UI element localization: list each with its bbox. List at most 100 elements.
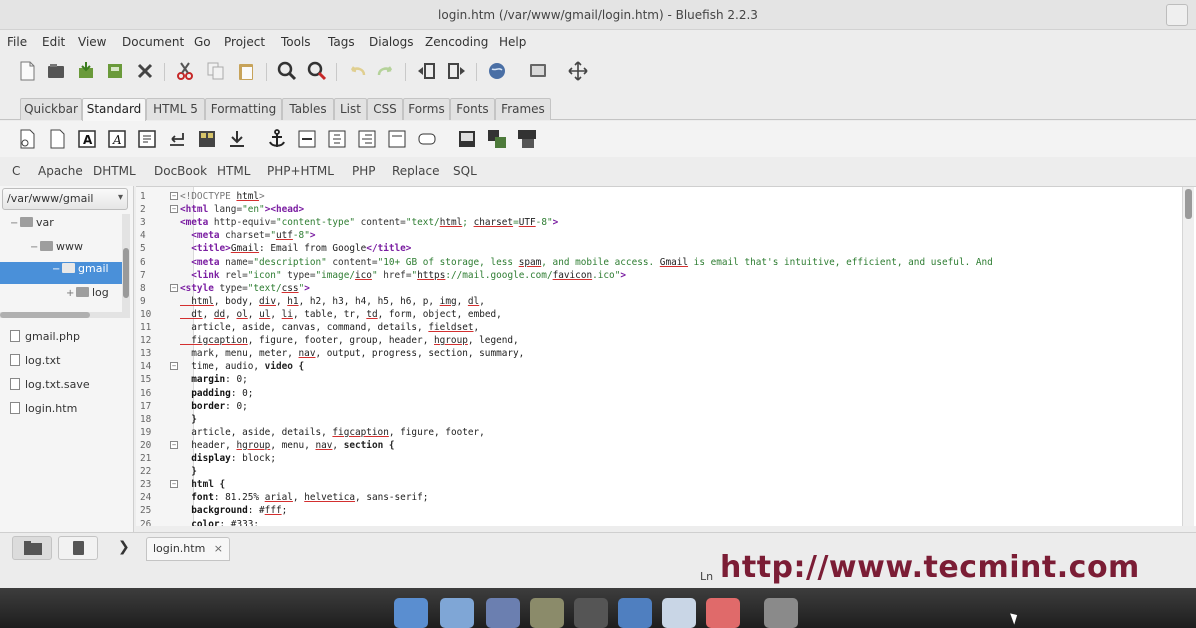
tab-tables[interactable]: Tables	[282, 98, 334, 120]
collapse-icon[interactable]: −	[52, 264, 62, 275]
comment-icon[interactable]	[386, 128, 408, 150]
expand-icon[interactable]: +	[66, 288, 76, 299]
code-line[interactable]: 13 mark, menu, meter, nav, output, progr…	[136, 347, 1184, 360]
dock-browser-icon[interactable]	[440, 598, 474, 628]
dock-app-icon[interactable]	[486, 598, 520, 628]
code-line[interactable]: 15 margin: 0;	[136, 373, 1184, 386]
menu-view[interactable]: View	[78, 35, 106, 49]
paragraph-icon[interactable]	[136, 128, 158, 150]
menu-tags[interactable]: Tags	[328, 35, 355, 49]
file-item-log-txt[interactable]: log.txt	[10, 354, 60, 374]
preferences-icon[interactable]	[527, 60, 549, 82]
menu-dialogs[interactable]: Dialogs	[369, 35, 413, 49]
code-line[interactable]: 23 − html {	[136, 478, 1184, 491]
dock-editor-icon[interactable]	[706, 598, 740, 628]
dock-launcher-icon[interactable]	[394, 598, 428, 628]
tab-fonts[interactable]: Fonts	[450, 98, 495, 120]
tree-item-gmail[interactable]: − gmail	[0, 262, 122, 284]
code-line[interactable]: 16 padding: 0;	[136, 387, 1184, 400]
code-line[interactable]: 20 − header, hgroup, menu, nav, section {	[136, 439, 1184, 452]
custom-menu-sql[interactable]: SQL	[453, 164, 477, 178]
custom-menu-replace[interactable]: Replace	[392, 164, 439, 178]
multi-thumbnail-icon[interactable]	[516, 128, 538, 150]
tab-formatting[interactable]: Formatting	[205, 98, 282, 120]
code-line[interactable]: 25 background: #fff;	[136, 504, 1184, 517]
close-file-icon[interactable]	[134, 60, 156, 82]
menu-document[interactable]: Document	[122, 35, 184, 49]
code-line[interactable]: 24 font: 81.25% arial, helvetica, sans-s…	[136, 491, 1184, 504]
dock-document-icon[interactable]	[662, 598, 696, 628]
body-icon[interactable]	[46, 128, 68, 150]
anchor-icon[interactable]	[266, 128, 288, 150]
code-line[interactable]: 5 <title>Gmail: Email from Google</title…	[136, 242, 1184, 255]
file-item-login-htm[interactable]: login.htm	[10, 402, 77, 422]
tab-html5[interactable]: HTML 5	[146, 98, 205, 120]
unindent-icon[interactable]	[446, 60, 468, 82]
tab-forms[interactable]: Forms	[403, 98, 450, 120]
code-line[interactable]: 9 html, body, div, h1, h2, h3, h4, h5, h…	[136, 295, 1184, 308]
fold-toggle-icon[interactable]: −	[170, 440, 178, 449]
undo-icon[interactable]	[346, 60, 368, 82]
code-line[interactable]: 12 figcaption, figure, footer, group, he…	[136, 334, 1184, 347]
file-item-gmail-php[interactable]: gmail.php	[10, 330, 80, 350]
custom-menu-docbook[interactable]: DocBook	[154, 164, 207, 178]
right-justify-icon[interactable]	[356, 128, 378, 150]
dock-gimp-icon[interactable]	[530, 598, 564, 628]
custom-menu-html[interactable]: HTML	[217, 164, 250, 178]
code-line[interactable]: 22 }	[136, 465, 1184, 478]
save-all-icon[interactable]	[104, 60, 126, 82]
tree-item-var[interactable]: − var	[10, 216, 122, 238]
rule-icon[interactable]	[296, 128, 318, 150]
chevron-right-icon[interactable]: ❯	[118, 539, 130, 555]
table-icon[interactable]	[196, 128, 218, 150]
menu-zencoding[interactable]: Zencoding	[425, 35, 488, 49]
custom-menu-dhtml[interactable]: DHTML	[93, 164, 136, 178]
tree-item-log[interactable]: + log	[66, 286, 122, 308]
custom-menu-c[interactable]: C	[12, 164, 20, 178]
redo-icon[interactable]	[375, 60, 397, 82]
code-line[interactable]: 19 article, aside, details, figcaption, …	[136, 426, 1184, 439]
tab-quickbar[interactable]: Quickbar	[20, 98, 82, 120]
code-line[interactable]: 1 − <!DOCTYPE html>	[136, 190, 1184, 203]
code-line[interactable]: 14 − time, audio, video {	[136, 360, 1184, 373]
fold-toggle-icon[interactable]: −	[170, 192, 178, 200]
scrollbar-thumb[interactable]	[1185, 189, 1192, 219]
code-line[interactable]: 4 <meta charset="utf-8">	[136, 229, 1184, 242]
bookmarks-tab[interactable]	[58, 536, 98, 560]
tab-list[interactable]: List	[334, 98, 367, 120]
code-line[interactable]: 3 <meta http-equiv="content-type" content…	[136, 216, 1184, 229]
window-control-button[interactable]	[1166, 4, 1188, 26]
find-icon[interactable]	[276, 60, 298, 82]
italic-icon[interactable]: A	[106, 128, 128, 150]
tree-scrollbar-vertical[interactable]	[122, 214, 130, 318]
code-line[interactable]: 17 border: 0;	[136, 400, 1184, 413]
tree-item-www[interactable]: − www	[30, 240, 122, 262]
scrollbar-thumb[interactable]	[0, 312, 90, 318]
document-tab-login[interactable]: login.htm ×	[146, 537, 230, 561]
anchor-save-icon[interactable]	[226, 128, 248, 150]
fold-toggle-icon[interactable]: −	[170, 205, 178, 214]
menu-help[interactable]: Help	[499, 35, 526, 49]
menu-edit[interactable]: Edit	[42, 35, 65, 49]
dock-system-icon[interactable]	[618, 598, 652, 628]
scrollbar-thumb[interactable]	[123, 248, 129, 298]
tab-css[interactable]: CSS	[367, 98, 403, 120]
code-line[interactable]: 6 <meta name="description" content="10+ …	[136, 256, 1184, 269]
custom-menu-apache[interactable]: Apache	[38, 164, 83, 178]
filebrowser-tab[interactable]	[12, 536, 52, 560]
tab-standard[interactable]: Standard	[82, 98, 146, 121]
open-file-icon[interactable]	[45, 60, 67, 82]
image-icon[interactable]	[456, 128, 478, 150]
dock-terminal-icon[interactable]	[574, 598, 608, 628]
fold-toggle-icon[interactable]: −	[170, 480, 178, 489]
code-editor[interactable]: 1− <!DOCTYPE html> 2− <html lang="en"><head…	[136, 186, 1196, 526]
email-icon[interactable]	[416, 128, 438, 150]
code-line[interactable]: 26 color: #333;	[136, 518, 1184, 527]
preview-browser-icon[interactable]	[486, 60, 508, 82]
fold-toggle-icon[interactable]: −	[170, 362, 178, 371]
menu-go[interactable]: Go	[194, 35, 211, 49]
copy-icon[interactable]	[205, 60, 227, 82]
break-icon[interactable]	[166, 128, 188, 150]
menu-tools[interactable]: Tools	[281, 35, 311, 49]
code-line[interactable]: 18 }	[136, 413, 1184, 426]
